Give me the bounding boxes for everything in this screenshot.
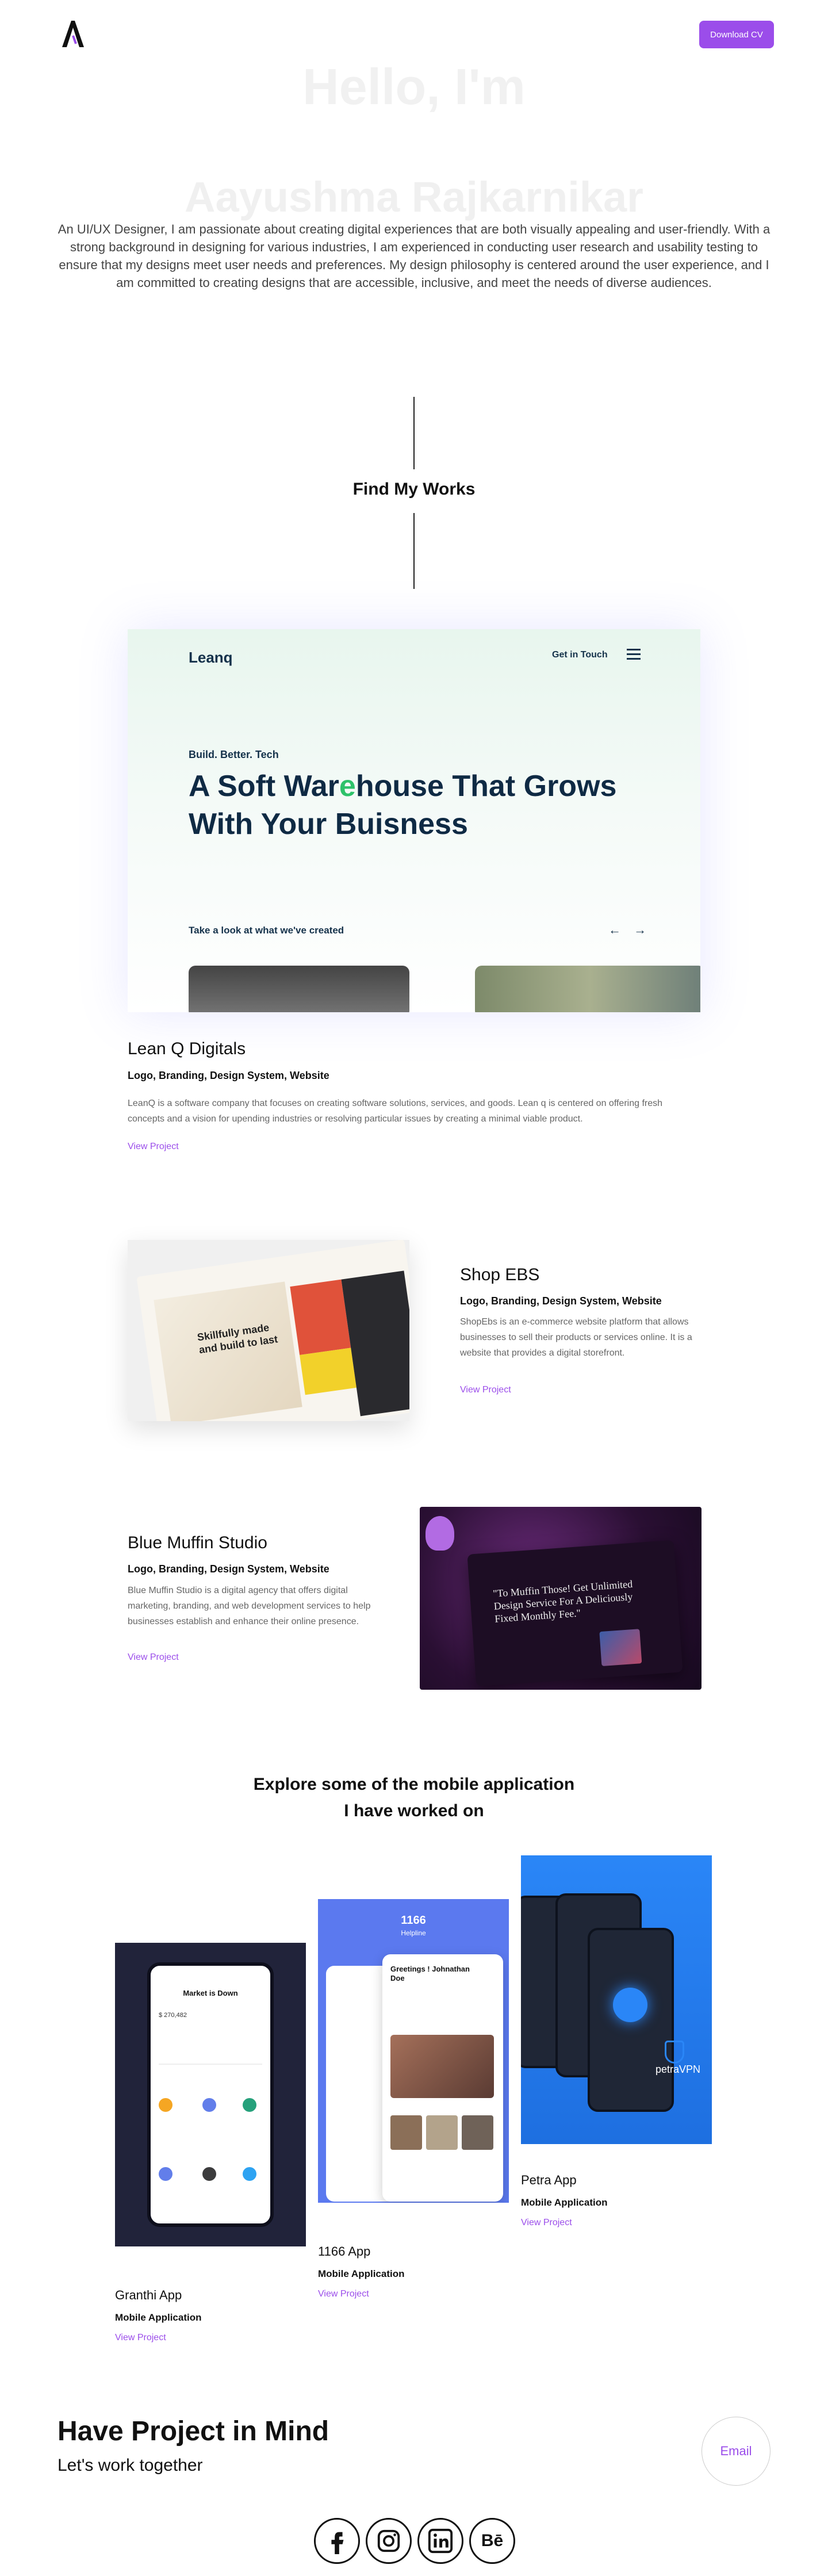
granthi-phone: Market is Down $ 270,482 <box>147 1962 274 2227</box>
app-name: 1166 App <box>318 2244 371 2259</box>
app-name: Petra App <box>521 2173 577 2187</box>
leanq-arrows-icon: ← → <box>608 923 651 937</box>
leanq-get-in-touch: Get in Touch <box>552 650 608 660</box>
petra-brand: petraVPN <box>656 2064 701 2075</box>
mobile-section-title: Explore some of the mobile application I… <box>253 1775 575 1820</box>
cta-title: Have Project in Mind <box>57 2416 329 2447</box>
view-project-link[interactable]: View Project <box>128 1652 179 1663</box>
behance-icon[interactable]: Bē <box>469 2518 515 2564</box>
project-tags: Logo, Branding, Design System, Website <box>460 1295 662 1307</box>
view-project-link[interactable]: View Project <box>521 2218 572 2228</box>
download-cv-button[interactable]: Download CV <box>699 21 774 48</box>
divider-line-top <box>413 397 415 469</box>
app-name: Granthi App <box>115 2288 182 2302</box>
project-title: Blue Muffin Studio <box>128 1533 267 1552</box>
shopebs-mockup: Skillfully made and build to last <box>136 1240 409 1421</box>
project-title: Shop EBS <box>460 1265 540 1284</box>
linkedin-icon[interactable] <box>417 2518 463 2564</box>
leanq-preview-image <box>189 966 409 1012</box>
app-type: Mobile Application <box>115 2312 202 2323</box>
view-project-link[interactable]: View Project <box>460 1385 511 1395</box>
project-tags: Logo, Branding, Design System, Website <box>128 1070 329 1081</box>
works-title: Find My Works <box>352 480 476 499</box>
hero-name: Aayushma Rajkarnikar <box>185 173 643 221</box>
instagram-icon[interactable] <box>366 2518 412 2564</box>
email-button[interactable]: Email <box>702 2417 770 2486</box>
view-project-link[interactable]: View Project <box>115 2333 166 2343</box>
petra-phone-front <box>588 1928 674 2112</box>
app-type: Mobile Application <box>318 2268 405 2279</box>
view-project-link[interactable]: View Project <box>128 1142 179 1152</box>
granthi-preview[interactable]: Market is Down $ 270,482 <box>115 1943 306 2246</box>
bluemuffin-preview[interactable]: "To Muffin Those! Get Unlimited Design S… <box>420 1507 702 1690</box>
leanq-headline: A Soft Warehouse That Grows With Your Bu… <box>189 770 617 841</box>
project-description: LeanQ is a software company that focuses… <box>128 1098 663 1124</box>
bluemuffin-mockup: "To Muffin Those! Get Unlimited Design S… <box>467 1540 683 1687</box>
project-tags: Logo, Branding, Design System, Website <box>128 1563 329 1575</box>
app1166-number: 1166 <box>401 1914 426 1927</box>
app-type: Mobile Application <box>521 2197 608 2208</box>
leanq-preview[interactable]: Leanq Get in Touch Build. Better. Tech A… <box>128 629 700 1012</box>
bluemuffin-quote: "To Muffin Those! Get Unlimited Design S… <box>492 1578 633 1625</box>
petra-preview[interactable]: petraVPN <box>521 1855 712 2144</box>
leanq-preview-image <box>475 966 700 1012</box>
facebook-icon[interactable] <box>314 2518 360 2564</box>
app1166-preview[interactable]: 1166 Helpline Greetings ! Johnathan Doe <box>318 1899 509 2203</box>
project-description: Blue Muffin Studio is a digital agency t… <box>128 1586 371 1626</box>
view-project-link[interactable]: View Project <box>318 2289 369 2299</box>
app1166-phone-front: Greetings ! Johnathan Doe <box>382 1954 503 2202</box>
leanq-kicker: Build. Better. Tech <box>189 749 279 760</box>
leanq-look-text: Take a look at what we've created <box>189 925 344 936</box>
cta-subtitle: Let's work together <box>57 2456 203 2475</box>
divider-line-bottom <box>413 513 415 589</box>
hero-greeting: Hello, I'm <box>302 58 526 115</box>
project-description: ShopEbs is an e-commerce website platfor… <box>460 1317 692 1358</box>
shield-icon <box>665 2041 684 2064</box>
shopebs-preview[interactable]: Skillfully made and build to last <box>128 1240 409 1421</box>
hamburger-menu-icon <box>627 649 641 661</box>
power-icon <box>613 1988 647 2022</box>
muffin-mascot-icon <box>425 1516 454 1551</box>
logo-icon[interactable] <box>60 18 85 48</box>
leanq-brand: Leanq <box>189 649 233 666</box>
project-title: Lean Q Digitals <box>128 1039 246 1058</box>
hero-description: An UI/UX Designer, I am passionate about… <box>57 222 770 290</box>
